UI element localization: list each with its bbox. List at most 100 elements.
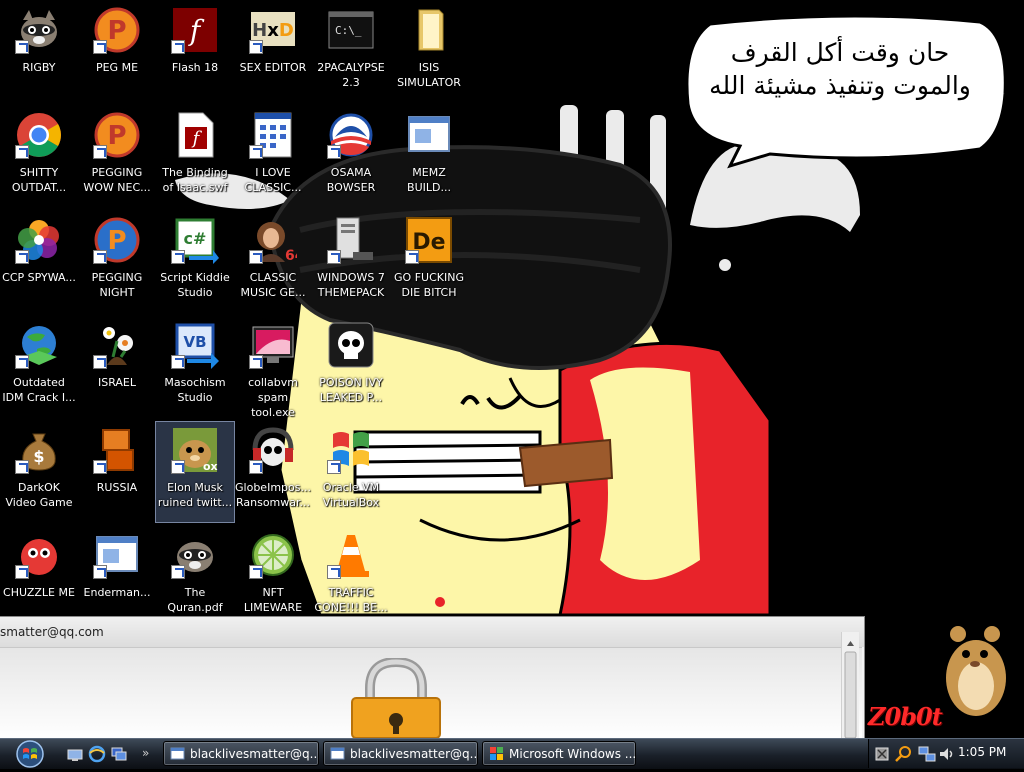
- shortcut-arrow-icon: [93, 355, 107, 369]
- desktop-icon-globeimposter[interactable]: GlobeImpos... Ransomwar...: [234, 422, 312, 522]
- traffic-cone-icon: [327, 531, 375, 579]
- desktop-icon-script-kiddie-studio[interactable]: c# Script Kiddie Studio: [156, 212, 234, 312]
- icon-label: Elon Musk ruined twitt...: [157, 481, 233, 509]
- shortcut-arrow-icon: [249, 565, 263, 579]
- icon-label: The Quran.pdf: [167, 586, 223, 614]
- portrait-64-icon: 64: [249, 216, 297, 264]
- desktop-icon-ccp-spyware[interactable]: CCP SPYWA...: [0, 212, 78, 312]
- shortcut-arrow-icon: [171, 355, 185, 369]
- desktop-icon-pegging-night[interactable]: P PEGGING NIGHT: [78, 212, 156, 312]
- shortcut-arrow-icon: [93, 565, 107, 579]
- windows-logo-icon: [16, 740, 44, 768]
- svg-text:P: P: [107, 121, 126, 151]
- icon-label: ISRAEL: [97, 376, 137, 389]
- raccoon-icon: [171, 531, 219, 579]
- desktop-icon-enderman[interactable]: Enderman...: [78, 527, 156, 627]
- desktop-icon-pegging-wow[interactable]: P PEGGING WOW NEC...: [78, 107, 156, 207]
- desktop-icon-shitty-outdated[interactable]: SHITTY OUTDAT...: [0, 107, 78, 207]
- speech-bubble-text: حان وقت أكل القرف والموت وتنفيذ مشيئة ال…: [690, 36, 990, 102]
- shortcut-arrow-icon: [93, 145, 107, 159]
- desktop-icon-darkok[interactable]: $ DarkOK Video Game: [0, 422, 78, 522]
- desktop-icon-osama-bowser[interactable]: OSAMA BOWSER: [312, 107, 390, 207]
- svg-text:64: 64: [285, 248, 297, 264]
- desktop-icon-outdated-idm[interactable]: Outdated IDM Crack I...: [0, 317, 78, 417]
- desktop-icon-memz-build[interactable]: MEMZ BUILD...: [390, 107, 468, 207]
- taskbar-item-3[interactable]: Microsoft Windows ...: [482, 741, 636, 766]
- desktop-icon-sex-editor[interactable]: HxD SEX EDITOR: [234, 2, 312, 102]
- raccoon-icon: [15, 6, 63, 54]
- speech-line-1: حان وقت أكل القرف: [730, 38, 950, 67]
- corner-text: Z0b0t: [868, 702, 943, 731]
- desktop-icon-i-love-classic[interactable]: I LOVE CLASSIC...: [234, 107, 312, 207]
- taskbar-item-1[interactable]: blacklivesmatter@q...: [163, 741, 319, 766]
- internet-explorer-icon[interactable]: [88, 745, 106, 763]
- limewire-icon: [249, 531, 297, 579]
- desktop-icon-the-quran-pdf[interactable]: The Quran.pdf: [156, 527, 234, 627]
- desktop-icon-classic-music[interactable]: 64 CLASSIC MUSIC GE...: [234, 212, 312, 312]
- calculator-window-icon: [249, 111, 297, 159]
- shortcut-arrow-icon: [327, 145, 341, 159]
- search-icon[interactable]: [894, 745, 912, 763]
- shortcut-arrow-icon: [249, 145, 263, 159]
- svg-text:c#: c#: [184, 229, 207, 248]
- svg-text:ox: ox: [203, 460, 218, 473]
- dialog-scrollbar[interactable]: [841, 632, 859, 739]
- hamster-box-icon: ox: [171, 426, 219, 474]
- start-button[interactable]: [8, 740, 52, 768]
- show-desktop-icon[interactable]: [66, 745, 84, 763]
- desktop-icon-nft-limeware[interactable]: NFT LIMEWARE: [234, 527, 312, 627]
- windows-flag-icon: [490, 747, 503, 760]
- idm-globe-icon: [15, 321, 63, 369]
- desktop-icon-elon-musk[interactable]: ox Elon Musk ruined twitt...: [155, 421, 235, 523]
- desktop-icon-masochism-studio[interactable]: VB Masochism Studio: [156, 317, 234, 417]
- desktop-icon-binding-of-isaac[interactable]: f The Binding of Isaac.swf: [156, 107, 234, 207]
- shortcut-arrow-icon: [171, 460, 185, 474]
- desktop-icon-peg-me[interactable]: P PEG ME: [78, 2, 156, 102]
- shortcut-arrow-icon: [327, 250, 341, 264]
- svg-text:P: P: [107, 226, 126, 256]
- taskbar-item-label: blacklivesmatter@q...: [350, 747, 478, 761]
- windows-flag-icon: [327, 426, 375, 474]
- speech-line-2: والموت وتنفيذ مشيئة الله: [709, 71, 971, 100]
- volume-icon[interactable]: [938, 745, 956, 763]
- network-icon[interactable]: [918, 745, 936, 763]
- shortcut-arrow-icon: [15, 145, 29, 159]
- icon-label: RUSSIA: [96, 481, 138, 494]
- folder-icon: [405, 6, 453, 54]
- tray-app-icon[interactable]: [874, 745, 892, 763]
- desktop-icon-poison-ivy[interactable]: POISON IVY LEAKED P...: [312, 317, 390, 417]
- desktop-icon-windows7-themepack[interactable]: WINDOWS 7 THEMEPACK: [312, 212, 390, 312]
- desktop-icon-traffic-cone[interactable]: TRAFFIC CONE!!! BE...: [312, 527, 390, 627]
- icon-label: Masochism Studio: [164, 376, 226, 404]
- shortcut-arrow-icon: [249, 250, 263, 264]
- desktop-icon-oracle-vm-virtualbox[interactable]: Oracle VM VirtualBox: [312, 422, 390, 522]
- desktop-icon-israel[interactable]: ISRAEL: [78, 317, 156, 417]
- svg-text:$: $: [33, 447, 44, 466]
- desktop-icon-collabvm-spam-tool[interactable]: collabvm spam tool.exe: [234, 317, 312, 419]
- icon-label: CHUZZLE ME: [3, 586, 75, 599]
- switch-windows-icon[interactable]: [110, 745, 128, 763]
- shortcut-arrow-icon: [15, 565, 29, 579]
- shortcut-arrow-icon: [171, 40, 185, 54]
- desktop-icon-go-die[interactable]: De GO FUCKING DIE BITCH: [390, 212, 468, 312]
- desktop-icon-rigby[interactable]: RIGBY: [0, 2, 78, 102]
- icon-label: PEGGING WOW NEC...: [83, 166, 151, 194]
- shortcut-arrow-icon: [327, 460, 341, 474]
- svg-text:HxD: HxD: [252, 20, 294, 41]
- quick-launch-chevron-icon[interactable]: »: [142, 745, 160, 763]
- desktop-icon-isis-simulator[interactable]: ISIS SIMULATOR: [390, 2, 468, 102]
- icon-label: RIGBY: [22, 61, 56, 74]
- desktop-icon-chuzzle[interactable]: CHUZZLE ME: [0, 527, 78, 627]
- taskbar-item-2[interactable]: blacklivesmatter@q...: [323, 741, 478, 766]
- icon-label: TRAFFIC CONE!!! BE...: [314, 586, 388, 614]
- desktop-icon-russia[interactable]: RUSSIA: [78, 422, 156, 522]
- peggle-icon: P: [93, 6, 141, 54]
- icon-label: CLASSIC MUSIC GE...: [240, 271, 306, 299]
- icon-label: ISIS SIMULATOR: [397, 61, 461, 89]
- icon-label: CCP SPYWA...: [2, 271, 76, 284]
- clock[interactable]: 1:05 PM: [958, 745, 1006, 759]
- shortcut-arrow-icon: [15, 355, 29, 369]
- desktop-icon-2pacalypse[interactable]: C:\_ 2PACALYPSE 2.3: [312, 2, 390, 102]
- vb-icon: VB: [171, 321, 219, 369]
- desktop-icon-flash18[interactable]: f Flash 18: [156, 2, 234, 102]
